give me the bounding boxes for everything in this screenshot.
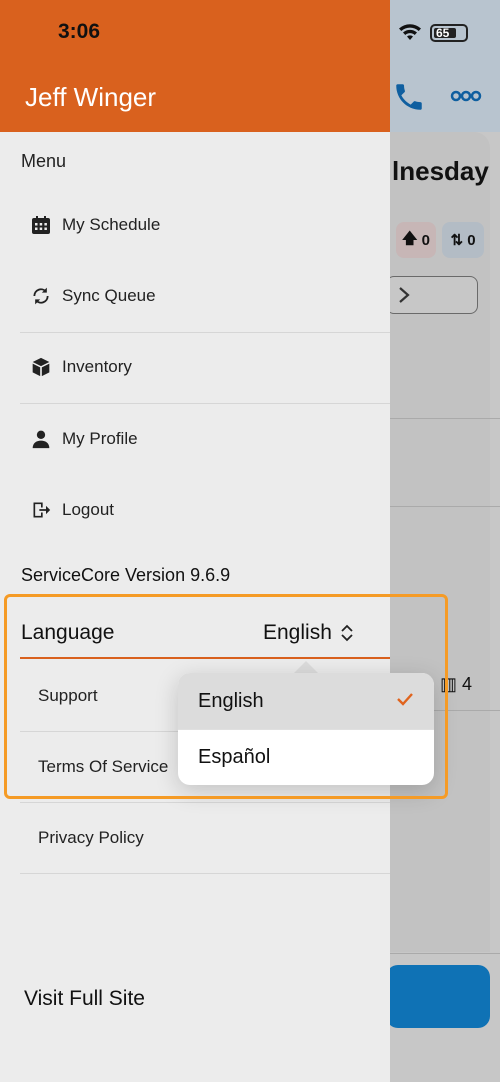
visit-full-site-link[interactable]: Visit Full Site (24, 987, 145, 1011)
logout-icon (33, 502, 51, 518)
battery-icon: 65 (430, 24, 468, 42)
menu-item-logout[interactable]: Logout (20, 475, 390, 545)
wifi-icon (399, 24, 421, 40)
chevron-right-icon (399, 287, 410, 303)
language-dropdown: English Español (178, 673, 434, 785)
menu-divider (20, 873, 390, 874)
menu-item-my-profile[interactable]: My Profile (20, 404, 390, 474)
language-underline (20, 657, 390, 659)
background-divider (390, 953, 500, 954)
phone-icon[interactable] (392, 80, 426, 114)
item-count: ▥ 4 (440, 674, 472, 695)
menu-item-inventory[interactable]: Inventory (20, 332, 390, 402)
background-day-title: lnesday (392, 156, 489, 186)
support-link[interactable]: Support (38, 686, 98, 706)
menu-item-my-schedule[interactable]: My Schedule (20, 190, 390, 260)
menu-item-label: Sync Queue (62, 286, 156, 305)
checkmark-icon (397, 693, 413, 706)
privacy-policy-link[interactable]: Privacy Policy (38, 828, 144, 848)
sync-count: 0 (467, 231, 476, 249)
more-icon[interactable] (450, 88, 482, 104)
boxes-icon: ▥ (440, 674, 458, 694)
background-divider (390, 506, 500, 507)
item-count-value: 4 (462, 674, 473, 694)
chevron-up-down-icon[interactable] (340, 624, 354, 642)
upload-badge: 🡅 0 (396, 222, 436, 258)
dropdown-arrow (294, 661, 318, 673)
user-name: Jeff Winger (25, 82, 157, 112)
box-icon (32, 357, 50, 377)
background-primary-button[interactable] (386, 965, 490, 1028)
upload-count: 0 (421, 231, 430, 249)
up-down-arrows-icon: ⇅ (450, 232, 464, 249)
battery-level: 65 (436, 26, 450, 40)
menu-divider (20, 802, 390, 803)
user-icon (32, 430, 50, 449)
option-label: Español (198, 746, 271, 768)
status-time: 3:06 (58, 20, 101, 43)
app-version: ServiceCore Version 9.6.9 (21, 565, 231, 585)
menu-item-label: My Profile (62, 429, 138, 448)
sync-badge: ⇅ 0 (442, 222, 484, 258)
background-divider (390, 418, 500, 419)
terms-of-service-link[interactable]: Terms Of Service (38, 757, 168, 777)
calendar-icon (32, 216, 50, 234)
language-option-english[interactable]: English (178, 673, 434, 729)
menu-item-label: My Schedule (62, 215, 161, 234)
arrow-up-icon: 🡅 (402, 229, 418, 247)
next-day-button[interactable] (386, 276, 478, 314)
menu-item-sync-queue[interactable]: Sync Queue (20, 261, 390, 331)
menu-item-label: Logout (62, 500, 114, 519)
language-option-espanol[interactable]: Español (178, 729, 434, 785)
sync-icon (33, 287, 49, 305)
language-label: Language (21, 621, 115, 644)
option-label: English (198, 689, 264, 712)
language-select[interactable]: English (263, 621, 332, 645)
menu-title: Menu (21, 151, 67, 171)
menu-item-label: Inventory (62, 357, 132, 376)
